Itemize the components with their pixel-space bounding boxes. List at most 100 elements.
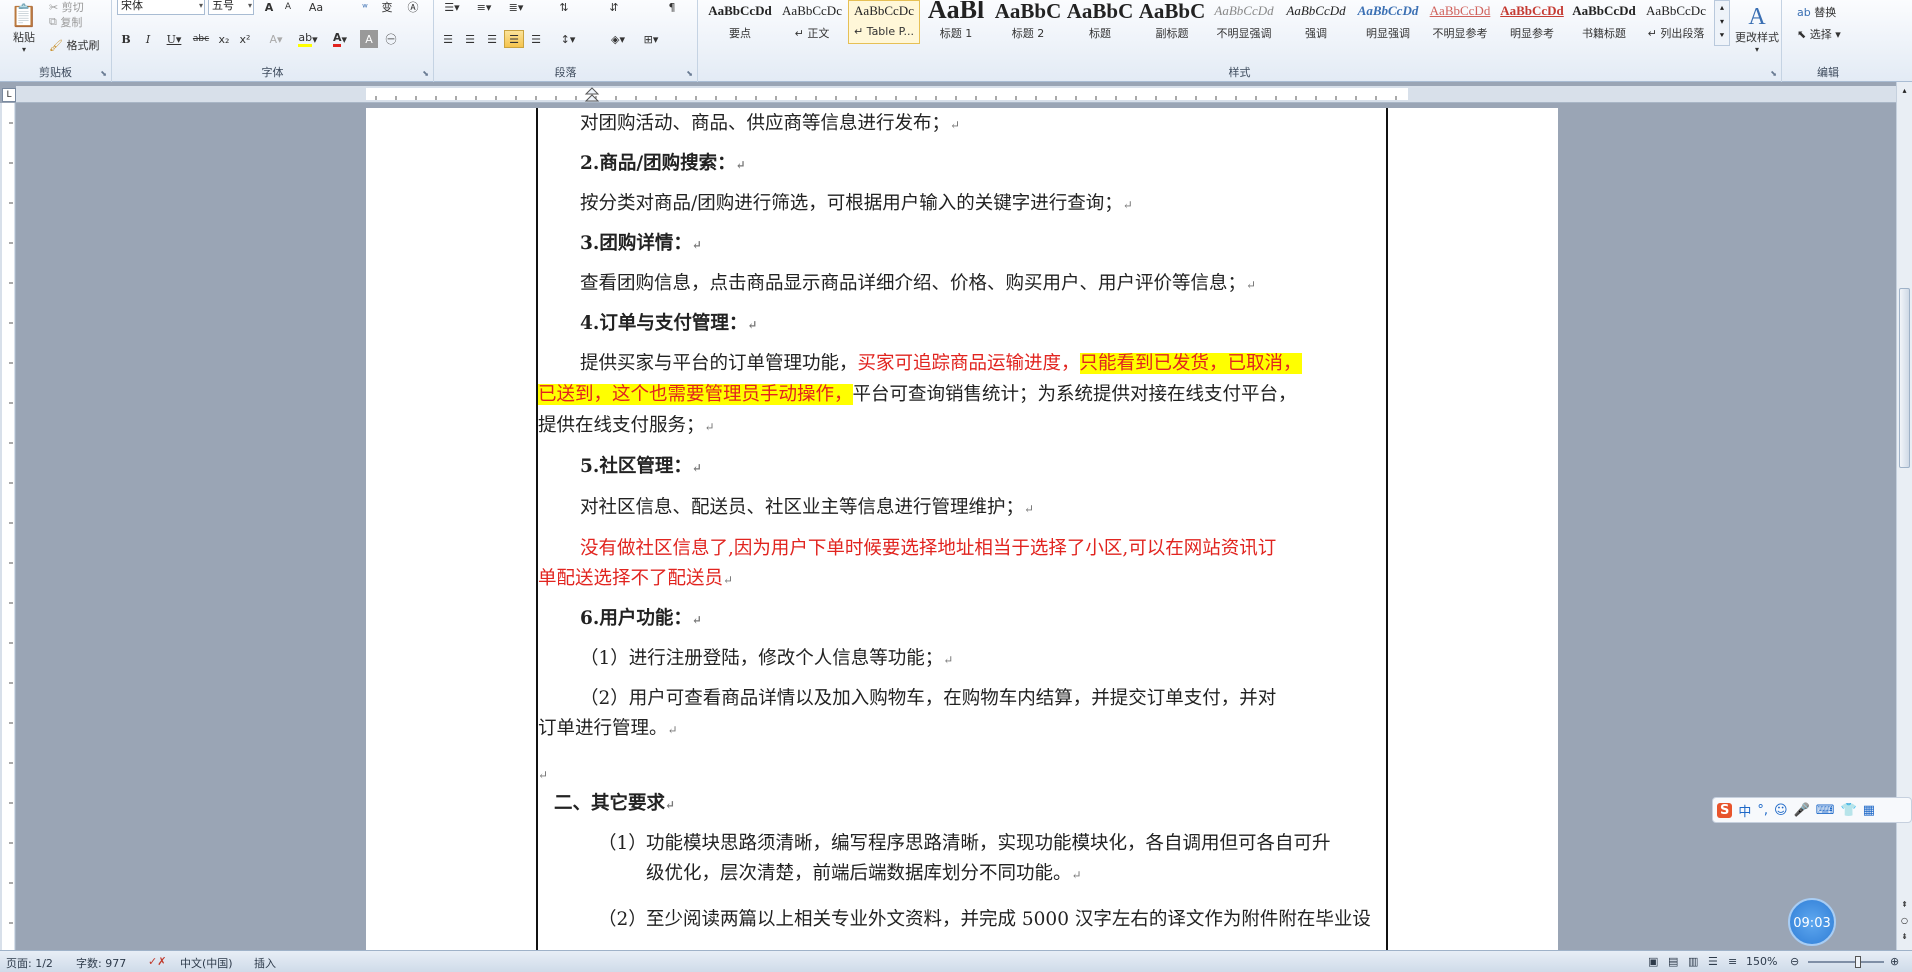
proofing-icon[interactable]: ✓✗ — [148, 955, 166, 968]
chinese-layout-icon[interactable]: ⇅ — [554, 0, 574, 14]
zoom-slider-thumb[interactable] — [1855, 956, 1861, 968]
punctuation-icon[interactable]: °, — [1757, 803, 1768, 818]
word-count[interactable]: 字数: 977 — [76, 955, 126, 971]
highlight-color-button[interactable]: ab ▾ — [294, 30, 322, 48]
menu-grid-icon[interactable]: ▦ — [1863, 803, 1875, 818]
change-styles-button[interactable]: A 更改样式 ▾ — [1734, 0, 1780, 58]
dialog-launcher-icon[interactable]: ⬊ — [1770, 69, 1777, 78]
web-layout-view-icon[interactable]: ▥ — [1688, 955, 1698, 968]
change-case-icon[interactable]: Aa — [304, 0, 328, 14]
scroll-thumb[interactable] — [1899, 288, 1910, 468]
doc-paragraph: 查看团购信息，点击商品显示商品详细介绍、价格、购买用户、用户评价等信息；↵ — [580, 273, 1257, 294]
outline-view-icon[interactable]: ☰ — [1708, 955, 1718, 968]
dialog-launcher-icon[interactable]: ⬊ — [686, 69, 693, 78]
document-page[interactable]: 对团购活动、商品、供应商等信息进行发布；↵ 2.商品/团购搜索：↵ 按分类对商品… — [366, 108, 1558, 950]
char-border-icon[interactable]: Ⓐ — [404, 0, 422, 14]
replace-button[interactable]: ab 替换 — [1796, 4, 1837, 20]
styles-group: AaBbCcDd 要点 AaBbCcDc ↵ 正文 AaBbCcDc ↵ Table … — [698, 0, 1782, 82]
align-right-button[interactable]: ☰ — [482, 30, 502, 48]
align-center-button[interactable]: ☰ — [460, 30, 480, 48]
prev-page-icon[interactable]: ⇞ — [1899, 900, 1910, 912]
borders-button[interactable]: ⊞▾ — [636, 30, 666, 48]
zoom-slider[interactable] — [1808, 956, 1884, 968]
style-item[interactable]: AaBbCcDc ↵ 正文 — [776, 0, 848, 44]
floating-clock[interactable]: 09:03 — [1788, 898, 1836, 946]
style-item[interactable]: AaBbCcDc ↵ 列出段落 — [1640, 0, 1712, 44]
skin-icon[interactable]: 👕 — [1841, 803, 1857, 818]
tab-selector[interactable]: L — [2, 88, 16, 102]
vertical-ruler[interactable] — [0, 103, 16, 950]
emoji-icon[interactable]: ☺ — [1774, 803, 1788, 818]
insert-mode[interactable]: 插入 — [254, 955, 276, 971]
full-screen-view-icon[interactable]: ▤ — [1668, 955, 1678, 968]
font-color-button[interactable]: A ▾ — [326, 30, 354, 48]
align-left-button[interactable]: ☰ — [438, 30, 458, 48]
subscript-button[interactable]: x₂ — [215, 30, 233, 48]
style-item[interactable]: AaBbCcDd 明显强调 — [1352, 0, 1424, 44]
browse-object-icon[interactable]: ○ — [1899, 916, 1910, 928]
style-item[interactable]: AaBbCcDd 书籍标题 — [1568, 0, 1640, 44]
numbering-icon[interactable]: ≡▾ — [470, 0, 498, 14]
draft-view-icon[interactable]: ≡ — [1728, 955, 1737, 968]
font-size-select[interactable]: 五号 ▾ — [208, 0, 254, 15]
show-marks-icon[interactable]: ¶ — [662, 0, 682, 14]
style-item[interactable]: AaBbC 标题 — [1064, 0, 1136, 44]
zoom-in-icon[interactable]: ⊕ — [1890, 955, 1899, 968]
clipboard-group: 📋 粘贴 ▾ ✂ 剪切 ⧉ 复制 🖌 格式刷 剪贴板 ⬊ — [0, 0, 112, 82]
bold-button[interactable]: B — [117, 30, 135, 48]
distribute-button[interactable]: ☰ — [526, 30, 546, 48]
shrink-font-icon[interactable]: A — [280, 0, 296, 14]
font-color-icon: A — [332, 31, 342, 47]
style-gallery: AaBbCcDd 要点 AaBbCcDc ↵ 正文 AaBbCcDc ↵ Table … — [704, 0, 1714, 46]
dialog-launcher-icon[interactable]: ⬊ — [100, 69, 107, 78]
italic-button[interactable]: I — [139, 30, 157, 48]
page-count[interactable]: 页面: 1/2 — [6, 955, 53, 971]
keyboard-icon[interactable]: ⌨ — [1816, 803, 1835, 818]
copy-button[interactable]: ⧉ 复制 — [48, 14, 83, 30]
style-item[interactable]: AaBl 标题 1 — [920, 0, 992, 44]
format-painter-button[interactable]: 🖌 格式刷 — [48, 36, 100, 54]
cut-button[interactable]: ✂ 剪切 — [48, 0, 85, 15]
dialog-launcher-icon[interactable]: ⬊ — [422, 69, 429, 78]
zoom-out-icon[interactable]: ⊖ — [1790, 955, 1799, 968]
line-spacing-button[interactable]: ↕▾ — [554, 30, 582, 48]
bullets-icon[interactable]: ☰▾ — [438, 0, 466, 14]
print-layout-view-icon[interactable]: ▣ — [1648, 955, 1658, 968]
superscript-button[interactable]: x² — [236, 30, 254, 48]
language-indicator[interactable]: 中文(中国) — [180, 955, 233, 971]
enclose-char-icon[interactable]: 变 — [378, 0, 396, 14]
select-button[interactable]: ⬉ 选择 ▾ — [1796, 26, 1842, 42]
style-item[interactable]: AaBbCcDd 要点 — [704, 0, 776, 44]
gallery-scroll[interactable]: ▴ ▾ ⯆ — [1714, 0, 1730, 46]
grow-font-icon[interactable]: A — [260, 0, 278, 14]
strikethrough-button[interactable]: abc — [190, 30, 212, 48]
horizontal-ruler[interactable] — [16, 86, 1912, 103]
style-item[interactable]: AaBbCcDd 不明显强调 — [1208, 0, 1280, 44]
underline-button[interactable]: U▾ — [161, 30, 187, 48]
multilevel-list-icon[interactable]: ≣▾ — [502, 0, 530, 14]
font-family-select[interactable]: 宋体 ▾ — [117, 0, 205, 15]
scroll-up-icon[interactable]: ▴ — [1899, 86, 1910, 98]
justify-button[interactable]: ☰ — [504, 30, 524, 48]
enclosed-char-icon[interactable]: ㊀ — [382, 30, 400, 48]
paste-button[interactable]: 📋 粘贴 ▾ — [4, 0, 44, 58]
char-shading-icon[interactable]: A — [360, 30, 378, 48]
group-label: 字体 — [261, 66, 284, 79]
style-item[interactable]: AaBbC 标题 2 — [992, 0, 1064, 44]
style-item[interactable]: AaBbCcDc ↵ Table P... — [848, 0, 920, 44]
microphone-icon[interactable]: 🎤 — [1794, 803, 1810, 818]
sort-icon[interactable]: ⇵ — [600, 0, 628, 14]
chevron-down-icon: ▾ — [1719, 17, 1724, 26]
doc-heading: 6.用户功能：↵ — [580, 608, 702, 629]
ime-toolbar[interactable]: S 中 °, ☺ 🎤 ⌨ 👕 ▦ — [1712, 797, 1912, 823]
text-effects-button[interactable]: A▾ — [262, 30, 290, 48]
shading-button[interactable]: ◈▾ — [604, 30, 632, 48]
zoom-level[interactable]: 150% — [1746, 955, 1777, 968]
next-page-icon[interactable]: ⇟ — [1899, 932, 1910, 944]
phonetic-guide-icon[interactable]: ʷ — [356, 0, 374, 14]
style-item[interactable]: AaBbCcDd 强调 — [1280, 0, 1352, 44]
style-item[interactable]: AaBbC 副标题 — [1136, 0, 1208, 44]
style-item[interactable]: AaBbCcDd 明显参考 — [1496, 0, 1568, 44]
doc-heading: 4.订单与支付管理：↵ — [580, 313, 758, 334]
style-item[interactable]: AaBbCcDd 不明显参考 — [1424, 0, 1496, 44]
